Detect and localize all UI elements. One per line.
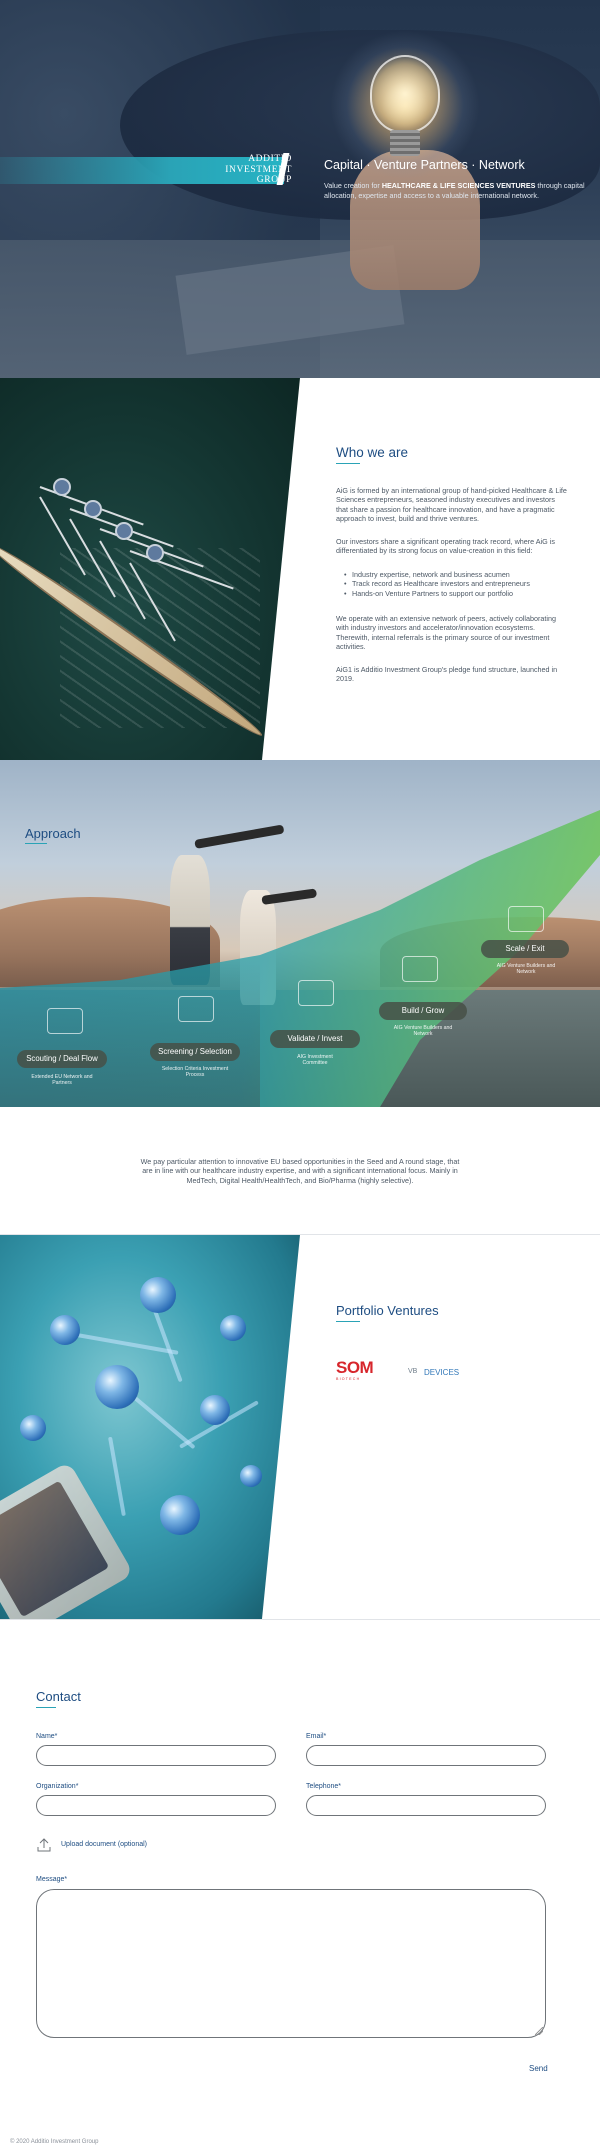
tablet-screen <box>0 1480 110 1618</box>
title-underline <box>336 463 360 464</box>
section-title: Who we are <box>336 445 409 460</box>
tablet-image <box>0 1461 134 1619</box>
stage-caption: Selection Criteria Investment Process <box>161 1066 229 1079</box>
hero-subtitle-highlight: HEALTHCARE & LIFE SCIENCES VENTURES <box>381 181 536 190</box>
rower <box>148 546 162 560</box>
list-item: Industry expertise, network and business… <box>344 570 568 580</box>
paragraph: Our investors share a significant operat… <box>336 537 555 556</box>
section-divider <box>0 1619 600 1620</box>
name-label: Name* <box>36 1733 58 1740</box>
growth-chart-icon <box>402 956 438 982</box>
molecule-atom <box>220 1315 246 1341</box>
paragraph: AiG1 is Additio Investment Group's pledg… <box>336 665 558 684</box>
som-logo-main: SOM <box>336 1358 374 1377</box>
section-title: Portfolio Ventures <box>336 1303 439 1318</box>
stage-caption: AIG Venture Builders and Network <box>496 963 556 976</box>
upload-label: Upload document (optional) <box>61 1841 147 1848</box>
rower <box>117 524 131 538</box>
person-validate-icon <box>298 980 334 1006</box>
water-wake <box>60 548 260 728</box>
focus-section: We pay particular attention to innovativ… <box>0 1107 600 1234</box>
som-biotech-logo[interactable]: SOM BIOTECH <box>336 1359 386 1385</box>
rower <box>86 502 100 516</box>
stage-caption: AIG Investment Committee <box>297 1054 333 1067</box>
hero-section: ADDITIO INVESTMENT GROUP Capital · Ventu… <box>0 0 600 378</box>
stage-pill[interactable]: Build / Grow <box>379 1002 467 1020</box>
title-underline <box>36 1707 56 1708</box>
title-underline <box>336 1321 360 1322</box>
molecule-atom <box>20 1415 46 1441</box>
who-we-are-section: Who we are AiG is formed by an internati… <box>0 378 600 760</box>
person-screening-icon <box>178 996 214 1022</box>
focus-text: We pay particular attention to innovativ… <box>140 1157 460 1185</box>
portfolio-section: Portfolio Ventures SOM BIOTECH VB DEVICE… <box>0 1235 600 1619</box>
molecule-atom <box>140 1277 176 1313</box>
stage-pill[interactable]: Scale / Exit <box>481 940 569 958</box>
email-field[interactable] <box>306 1745 546 1766</box>
title-underline <box>25 843 47 844</box>
stage-pill[interactable]: Scouting / Deal Flow <box>17 1050 107 1068</box>
organization-field[interactable] <box>36 1795 276 1816</box>
hero-subtitle: Value creation for HEALTHCARE & LIFE SCI… <box>324 181 586 201</box>
lightbulb-base <box>390 130 420 156</box>
upload-icon <box>37 1838 51 1852</box>
telephone-field[interactable] <box>306 1795 546 1816</box>
vb-devices-logo[interactable]: VB DEVICES <box>408 1366 470 1380</box>
hero-title: Capital · Venture Partners · Network <box>324 158 525 172</box>
logo-line: INVESTMENT <box>225 164 292 175</box>
organization-label: Organization* <box>36 1783 79 1790</box>
telescope <box>261 888 318 905</box>
vb-mark-icon: VB <box>408 1368 418 1375</box>
stage-pill[interactable]: Validate / Invest <box>270 1030 360 1048</box>
paragraph: We operate with an extensive network of … <box>336 614 557 652</box>
rower <box>55 480 69 494</box>
molecule-atom <box>240 1465 262 1487</box>
molecule-image <box>0 1235 300 1619</box>
molecule-atom <box>50 1315 80 1345</box>
logo-line: ADDITIO <box>248 154 292 164</box>
message-label: Message* <box>36 1876 68 1883</box>
stage-pill[interactable]: Screening / Selection <box>150 1043 240 1061</box>
stage-caption: Extended EU Network and Partners <box>31 1074 93 1087</box>
devices-logo-text: DEVICES <box>424 1368 460 1377</box>
som-logo-sub: BIOTECH <box>336 1377 361 1381</box>
list-item: Track record as Healthcare investors and… <box>344 579 568 589</box>
email-label: Email* <box>306 1733 327 1740</box>
telescope <box>194 824 285 849</box>
people-network-icon <box>47 1008 83 1034</box>
hero-subtitle-start: Value creation for <box>324 181 382 190</box>
scale-person-icon <box>508 906 544 932</box>
lightbulb-icon <box>370 55 440 133</box>
paragraph: AiG is formed by an international group … <box>336 486 567 524</box>
stage-caption: AIG Venture Builders and Network <box>393 1025 453 1038</box>
telephone-label: Telephone* <box>306 1783 342 1790</box>
name-field[interactable] <box>36 1745 276 1766</box>
approach-section: Approach Scouting / Deal Flow Extended E… <box>0 760 600 1107</box>
section-title: Contact <box>36 1689 81 1704</box>
molecule-atom <box>95 1365 139 1409</box>
rowing-image <box>0 378 300 760</box>
footer-copyright: © 2020 Additio Investment Group <box>10 2139 99 2145</box>
bullet-list: Industry expertise, network and business… <box>344 570 568 599</box>
send-button[interactable]: Send <box>529 2064 548 2073</box>
message-textarea[interactable] <box>36 1889 546 2038</box>
list-item: Hands-on Venture Partners to support our… <box>344 589 568 599</box>
upload-document-button[interactable]: Upload document (optional) <box>36 1837 196 1855</box>
molecule-atom <box>160 1495 200 1535</box>
molecule-atom <box>200 1395 230 1425</box>
resize-handle-icon[interactable] <box>535 2027 543 2035</box>
molecule-bond <box>108 1436 126 1517</box>
section-title: Approach <box>25 826 81 841</box>
